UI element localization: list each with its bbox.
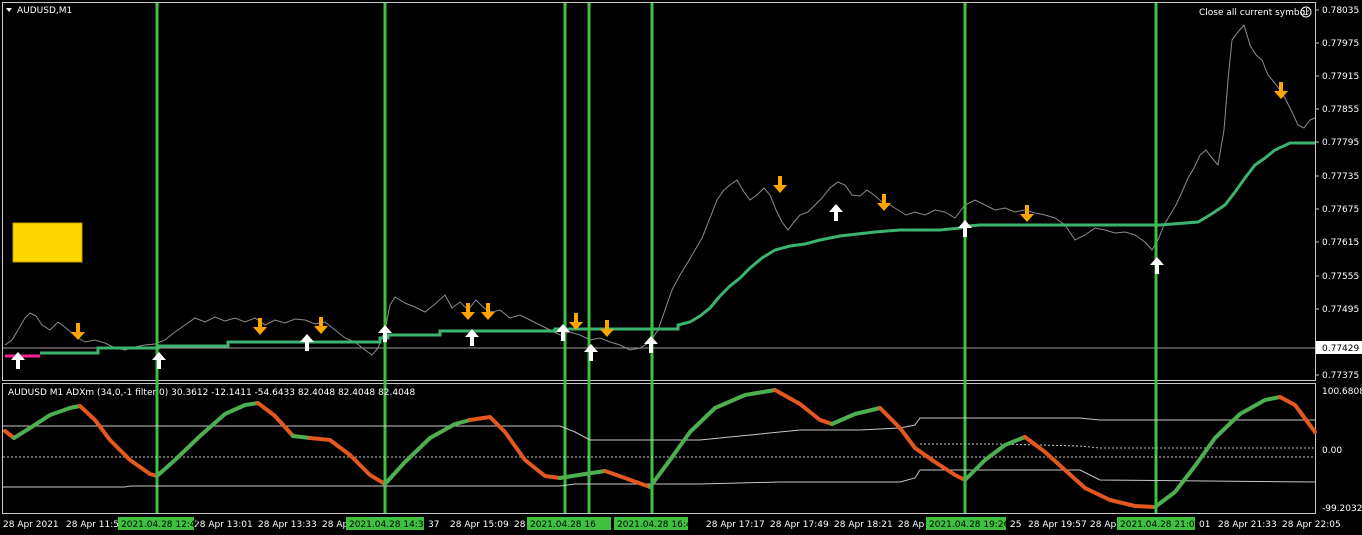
sell-arrow-icon <box>773 176 787 193</box>
time-label: 28 Apr 19:57 <box>1028 520 1087 530</box>
time-label: 28 Apr 11:5 <box>66 520 119 530</box>
price-label: 0.77975 <box>1322 39 1359 49</box>
time-label: 28 Apr 13:33 <box>258 520 317 530</box>
close-all-button[interactable]: Close all current symbol <box>1199 8 1308 18</box>
vline-time-tag-label: 2021.04.28 16:49 <box>617 520 698 530</box>
buy-arrow-icon <box>1150 257 1164 274</box>
sell-arrow-icon <box>877 194 891 211</box>
time-label: 28 <box>514 520 526 530</box>
price-label: 0.77915 <box>1322 72 1359 82</box>
time-axis: 28 Apr 2021 28 Apr 11:5 28 Apr 13:01 28 Apr… <box>3 517 1341 530</box>
chart-menu-triangle-icon[interactable] <box>6 8 12 12</box>
buy-arrow-icon <box>829 204 843 221</box>
sell-arrow-icon <box>569 313 583 330</box>
sell-arrow-icon <box>253 318 267 335</box>
current-price-tag-label: 0.77429 <box>1322 344 1359 354</box>
indicator-axis-label: 100.6808 <box>1322 387 1362 397</box>
price-label: 0.77375 <box>1322 371 1359 381</box>
time-label: 28 Ap <box>1090 520 1116 530</box>
buy-arrow-icon <box>152 352 166 369</box>
indicator-axis: 100.6808 0.00 -99.2032 <box>1322 387 1362 514</box>
price-label: 0.78035 <box>1322 6 1359 16</box>
sell-arrow-icon <box>1020 205 1034 222</box>
time-label: 28 Apr 18:21 <box>834 520 893 530</box>
indicator-axis-label: 0.00 <box>1322 446 1342 456</box>
vline-time-tag-label: 2021.04.28 19:26 <box>929 520 1010 530</box>
time-label: 37 <box>428 520 439 530</box>
vline-time-tag-label: 2021.04.28 12:42 <box>121 520 201 530</box>
price-axis: 0.78035 0.77975 0.77915 0.77855 0.77795 0.777… <box>1315 6 1359 381</box>
buy-arrow-icon <box>584 344 598 361</box>
vline-time-tag-label: 2021.04.28 21:01 <box>1120 520 1200 530</box>
price-label: 0.77495 <box>1322 305 1359 315</box>
indicator-axis-label: -99.2032 <box>1322 504 1362 514</box>
vline-time-tag-label: 2021.04.28 14:36 <box>349 520 430 530</box>
price-label: 0.77795 <box>1322 138 1359 148</box>
current-price-tag: 0.77429 <box>1316 341 1362 354</box>
main-chart-border <box>2 2 1316 381</box>
time-label: 25 <box>1010 520 1021 530</box>
time-label: 28 Apr 17:17 <box>706 520 765 530</box>
price-label: 0.77675 <box>1322 205 1359 215</box>
indicator-border <box>2 383 1316 514</box>
symbol-title: AUDUSD,M1 <box>17 6 72 16</box>
price-label: 0.77555 <box>1322 272 1359 282</box>
time-label: 28 Apr 2021 <box>3 520 59 530</box>
trailing-line <box>40 141 1315 355</box>
price-series-line <box>4 23 1316 356</box>
time-label: 28 Apr 13:01 <box>194 520 253 530</box>
time-label: 28 Apr 15:09 <box>450 520 509 530</box>
sell-arrow-icon <box>314 317 328 334</box>
price-label: 0.77855 <box>1322 105 1359 115</box>
time-label: 28 Apr 21:33 <box>1218 520 1277 530</box>
middle-dotted <box>920 443 1315 449</box>
yellow-rectangle-object[interactable] <box>12 222 83 263</box>
chart-frame: AUDUSD,M1 Close all current symbol 0.780… <box>2 2 1362 530</box>
indicator-title: AUDUSD M1 ADXm (34,0,-1 filter 0) 30.361… <box>8 388 416 398</box>
time-label: 28 Apr 22:05 <box>1282 520 1341 530</box>
sell-arrow-icon <box>71 323 85 340</box>
time-label: 28 Apr 17:49 <box>770 520 829 530</box>
oscillator-line <box>3 388 1317 509</box>
vline-time-tag-label: 2021.04.28 16 <box>530 520 596 530</box>
price-label: 0.77615 <box>1322 238 1359 248</box>
price-label: 0.77735 <box>1322 172 1359 182</box>
time-label: 28 Ap <box>898 520 924 530</box>
time-label: 28 Ap <box>322 520 348 530</box>
